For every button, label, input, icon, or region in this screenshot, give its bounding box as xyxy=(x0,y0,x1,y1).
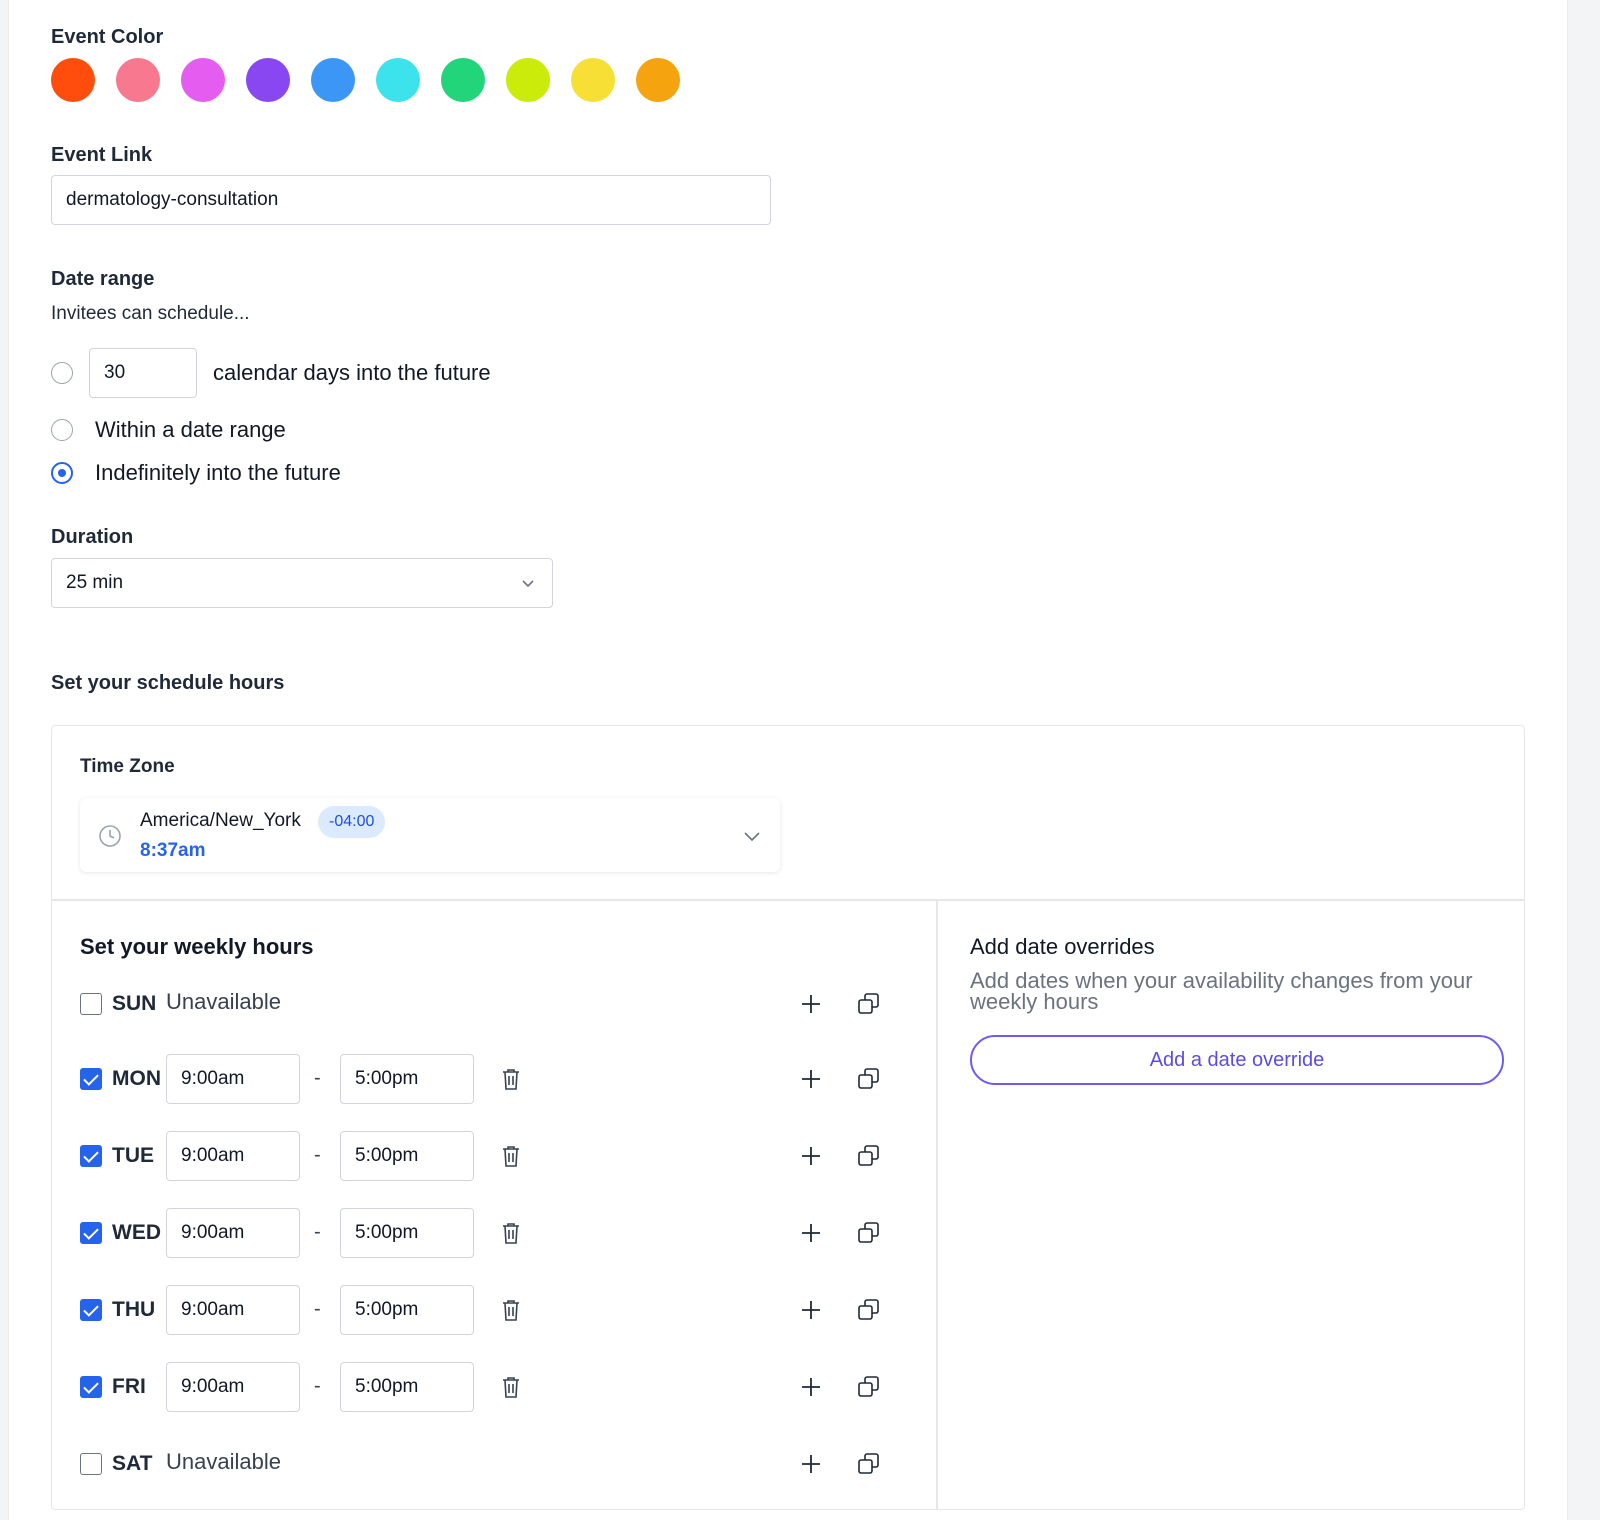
time-separator: - xyxy=(314,1221,321,1243)
day-label-sun: SUN xyxy=(112,992,157,1015)
weekly-hours-title: Set your weekly hours xyxy=(80,934,314,959)
start-time-input[interactable]: 9:00am xyxy=(166,1054,300,1104)
day-label-tue: TUE xyxy=(112,1144,154,1167)
schedule-hours-title: Set your schedule hours xyxy=(51,672,285,694)
end-time-input[interactable]: 5:00pm xyxy=(340,1054,474,1104)
trash-icon[interactable] xyxy=(498,1374,524,1400)
schedule-card: Time Zone America/New_York -04:00 8:37am… xyxy=(51,725,1525,1510)
end-time-input[interactable]: 5:00pm xyxy=(340,1362,474,1412)
copy-icon[interactable] xyxy=(856,1066,882,1092)
event-link-label: Event Link xyxy=(51,144,153,166)
start-time-input[interactable]: 9:00am xyxy=(166,1285,300,1335)
plus-icon[interactable] xyxy=(798,991,824,1017)
card-divider-horizontal xyxy=(52,899,1524,901)
plus-icon[interactable] xyxy=(798,1066,824,1092)
timezone-name: America/New_York xyxy=(140,810,301,831)
unavailable-text: Unavailable xyxy=(166,1449,281,1474)
days-into-future-input[interactable]: 30 xyxy=(89,348,197,398)
card-divider-vertical xyxy=(936,899,938,1509)
end-time-input[interactable]: 5:00pm xyxy=(340,1285,474,1335)
copy-icon[interactable] xyxy=(856,991,882,1017)
color-swatch[interactable] xyxy=(181,58,225,102)
copy-icon[interactable] xyxy=(856,1451,882,1477)
event-settings-page: Event Color Event Link dermatology-consu… xyxy=(8,0,1568,1520)
event-link-input[interactable]: dermatology-consultation xyxy=(51,175,771,225)
day-label-sat: SAT xyxy=(112,1452,153,1475)
color-swatch[interactable] xyxy=(441,58,485,102)
day-label-mon: MON xyxy=(112,1067,161,1090)
start-time-input[interactable]: 9:00am xyxy=(166,1131,300,1181)
checkbox-wed[interactable] xyxy=(80,1222,102,1244)
copy-icon[interactable] xyxy=(856,1220,882,1246)
date-range-sublabel: Invitees can schedule... xyxy=(51,303,250,324)
chevron-down-icon xyxy=(520,575,536,597)
plus-icon[interactable] xyxy=(798,1374,824,1400)
date-overrides-title: Add date overrides xyxy=(970,934,1155,959)
color-swatch[interactable] xyxy=(506,58,550,102)
checkbox-thu[interactable] xyxy=(80,1299,102,1321)
option-indefinitely-label: Indefinitely into the future xyxy=(95,460,341,485)
timezone-label: Time Zone xyxy=(80,756,175,777)
time-separator: - xyxy=(314,1067,321,1089)
plus-icon[interactable] xyxy=(798,1220,824,1246)
time-separator: - xyxy=(314,1144,321,1166)
radio-indefinitely[interactable] xyxy=(51,462,73,484)
timezone-select[interactable]: America/New_York -04:00 8:37am xyxy=(80,798,780,872)
plus-icon[interactable] xyxy=(798,1451,824,1477)
color-swatch[interactable] xyxy=(311,58,355,102)
plus-icon[interactable] xyxy=(798,1297,824,1323)
day-label-thu: THU xyxy=(112,1298,156,1321)
trash-icon[interactable] xyxy=(498,1066,524,1092)
add-date-override-button[interactable]: Add a date override xyxy=(970,1035,1504,1085)
plus-icon[interactable] xyxy=(798,1143,824,1169)
option-calendar-days-label: calendar days into the future xyxy=(213,360,491,385)
color-swatch[interactable] xyxy=(636,58,680,102)
checkbox-fri[interactable] xyxy=(80,1376,102,1398)
radio-within-date-range[interactable] xyxy=(51,419,73,441)
date-overrides-description: Add dates when your availability changes… xyxy=(970,968,1473,1014)
end-time-input[interactable]: 5:00pm xyxy=(340,1131,474,1181)
checkbox-sun[interactable] xyxy=(80,993,102,1015)
copy-icon[interactable] xyxy=(856,1143,882,1169)
duration-select[interactable]: 25 min xyxy=(51,558,553,608)
trash-icon[interactable] xyxy=(498,1220,524,1246)
end-time-input[interactable]: 5:00pm xyxy=(340,1208,474,1258)
option-within-date-range-label: Within a date range xyxy=(95,417,286,442)
day-label-wed: WED xyxy=(112,1221,161,1244)
trash-icon[interactable] xyxy=(498,1297,524,1323)
checkbox-mon[interactable] xyxy=(80,1068,102,1090)
event-color-label: Event Color xyxy=(51,26,164,48)
color-swatch[interactable] xyxy=(116,58,160,102)
time-separator: - xyxy=(314,1375,321,1397)
timezone-offset-badge: -04:00 xyxy=(318,806,386,838)
checkbox-tue[interactable] xyxy=(80,1145,102,1167)
clock-icon xyxy=(98,824,122,853)
color-swatch[interactable] xyxy=(246,58,290,102)
unavailable-text: Unavailable xyxy=(166,989,281,1014)
start-time-input[interactable]: 9:00am xyxy=(166,1208,300,1258)
color-swatch[interactable] xyxy=(571,58,615,102)
color-swatch[interactable] xyxy=(376,58,420,102)
chevron-down-icon xyxy=(742,826,762,851)
copy-icon[interactable] xyxy=(856,1374,882,1400)
color-swatch[interactable] xyxy=(51,58,95,102)
duration-label: Duration xyxy=(51,526,134,548)
checkbox-sat[interactable] xyxy=(80,1453,102,1475)
trash-icon[interactable] xyxy=(498,1143,524,1169)
timezone-current-time: 8:37am xyxy=(140,840,206,861)
day-label-fri: FRI xyxy=(112,1375,146,1398)
copy-icon[interactable] xyxy=(856,1297,882,1323)
radio-calendar-days[interactable] xyxy=(51,362,73,384)
date-range-label: Date range xyxy=(51,268,155,290)
duration-value: 25 min xyxy=(66,572,124,593)
start-time-input[interactable]: 9:00am xyxy=(166,1362,300,1412)
time-separator: - xyxy=(314,1298,321,1320)
